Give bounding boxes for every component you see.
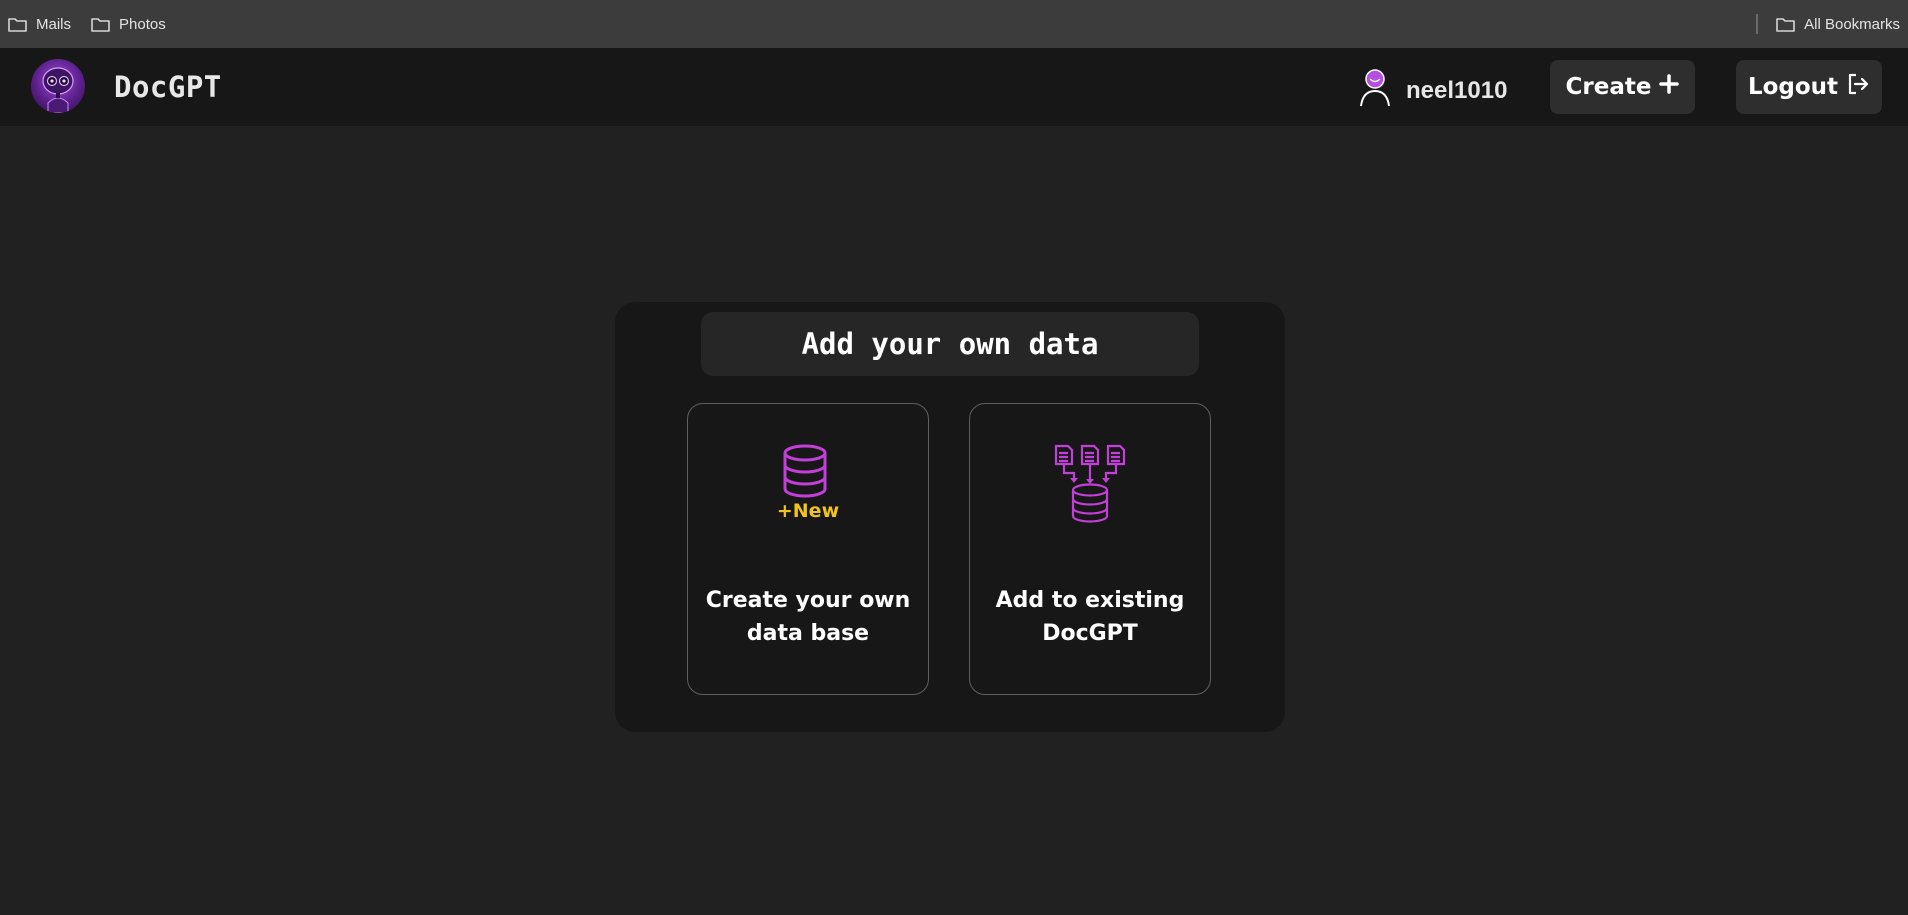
logout-button[interactable]: Logout: [1736, 60, 1882, 114]
card-title: Add your own data: [701, 312, 1199, 376]
bookmarks-bar: Mails Photos All Bookmarks: [0, 0, 1908, 48]
label-line: DocGPT: [1042, 621, 1138, 646]
label-line: Add to existing: [995, 588, 1185, 613]
add-data-card: Add your own data +New Create your own d…: [615, 302, 1285, 732]
plus-icon: [1659, 74, 1680, 100]
bookmark-photos[interactable]: Photos: [91, 16, 166, 33]
user-avatar-icon: [1358, 68, 1392, 113]
create-database-label: Create your own data base: [698, 584, 918, 650]
logout-button-label: Logout: [1747, 74, 1839, 100]
add-existing-label: Add to existing DocGPT: [980, 584, 1200, 650]
folder-icon: [1776, 17, 1795, 32]
new-database-icon: +New: [688, 442, 928, 524]
new-badge: +New: [777, 500, 839, 522]
user-profile[interactable]: neel1010: [1358, 68, 1507, 113]
all-bookmarks-button[interactable]: All Bookmarks: [1776, 16, 1900, 33]
robot-logo-icon[interactable]: [31, 59, 85, 113]
label-line: Create your own: [705, 588, 911, 613]
bookmark-label: Mails: [36, 15, 72, 33]
create-button[interactable]: Create: [1550, 60, 1695, 114]
add-existing-option[interactable]: Add to existing DocGPT: [969, 403, 1211, 695]
create-database-option[interactable]: +New Create your own data base: [687, 403, 929, 695]
folder-icon: [8, 17, 27, 32]
brand-title[interactable]: DocGPT: [114, 70, 222, 104]
bookmark-mails[interactable]: Mails: [8, 16, 71, 33]
bookmark-label: Photos: [119, 15, 166, 33]
logout-icon: [1846, 72, 1870, 102]
bookmarks-divider: [1756, 14, 1759, 34]
username: neel1010: [1406, 76, 1508, 104]
navbar: DocGPT neel1010 Create Logout: [0, 48, 1908, 126]
all-bookmarks-label: All Bookmarks: [1804, 15, 1900, 33]
label-line: data base: [746, 621, 870, 646]
folder-icon: [91, 17, 110, 32]
merge-documents-database-icon: [970, 442, 1210, 528]
create-button-label: Create: [1565, 74, 1652, 100]
